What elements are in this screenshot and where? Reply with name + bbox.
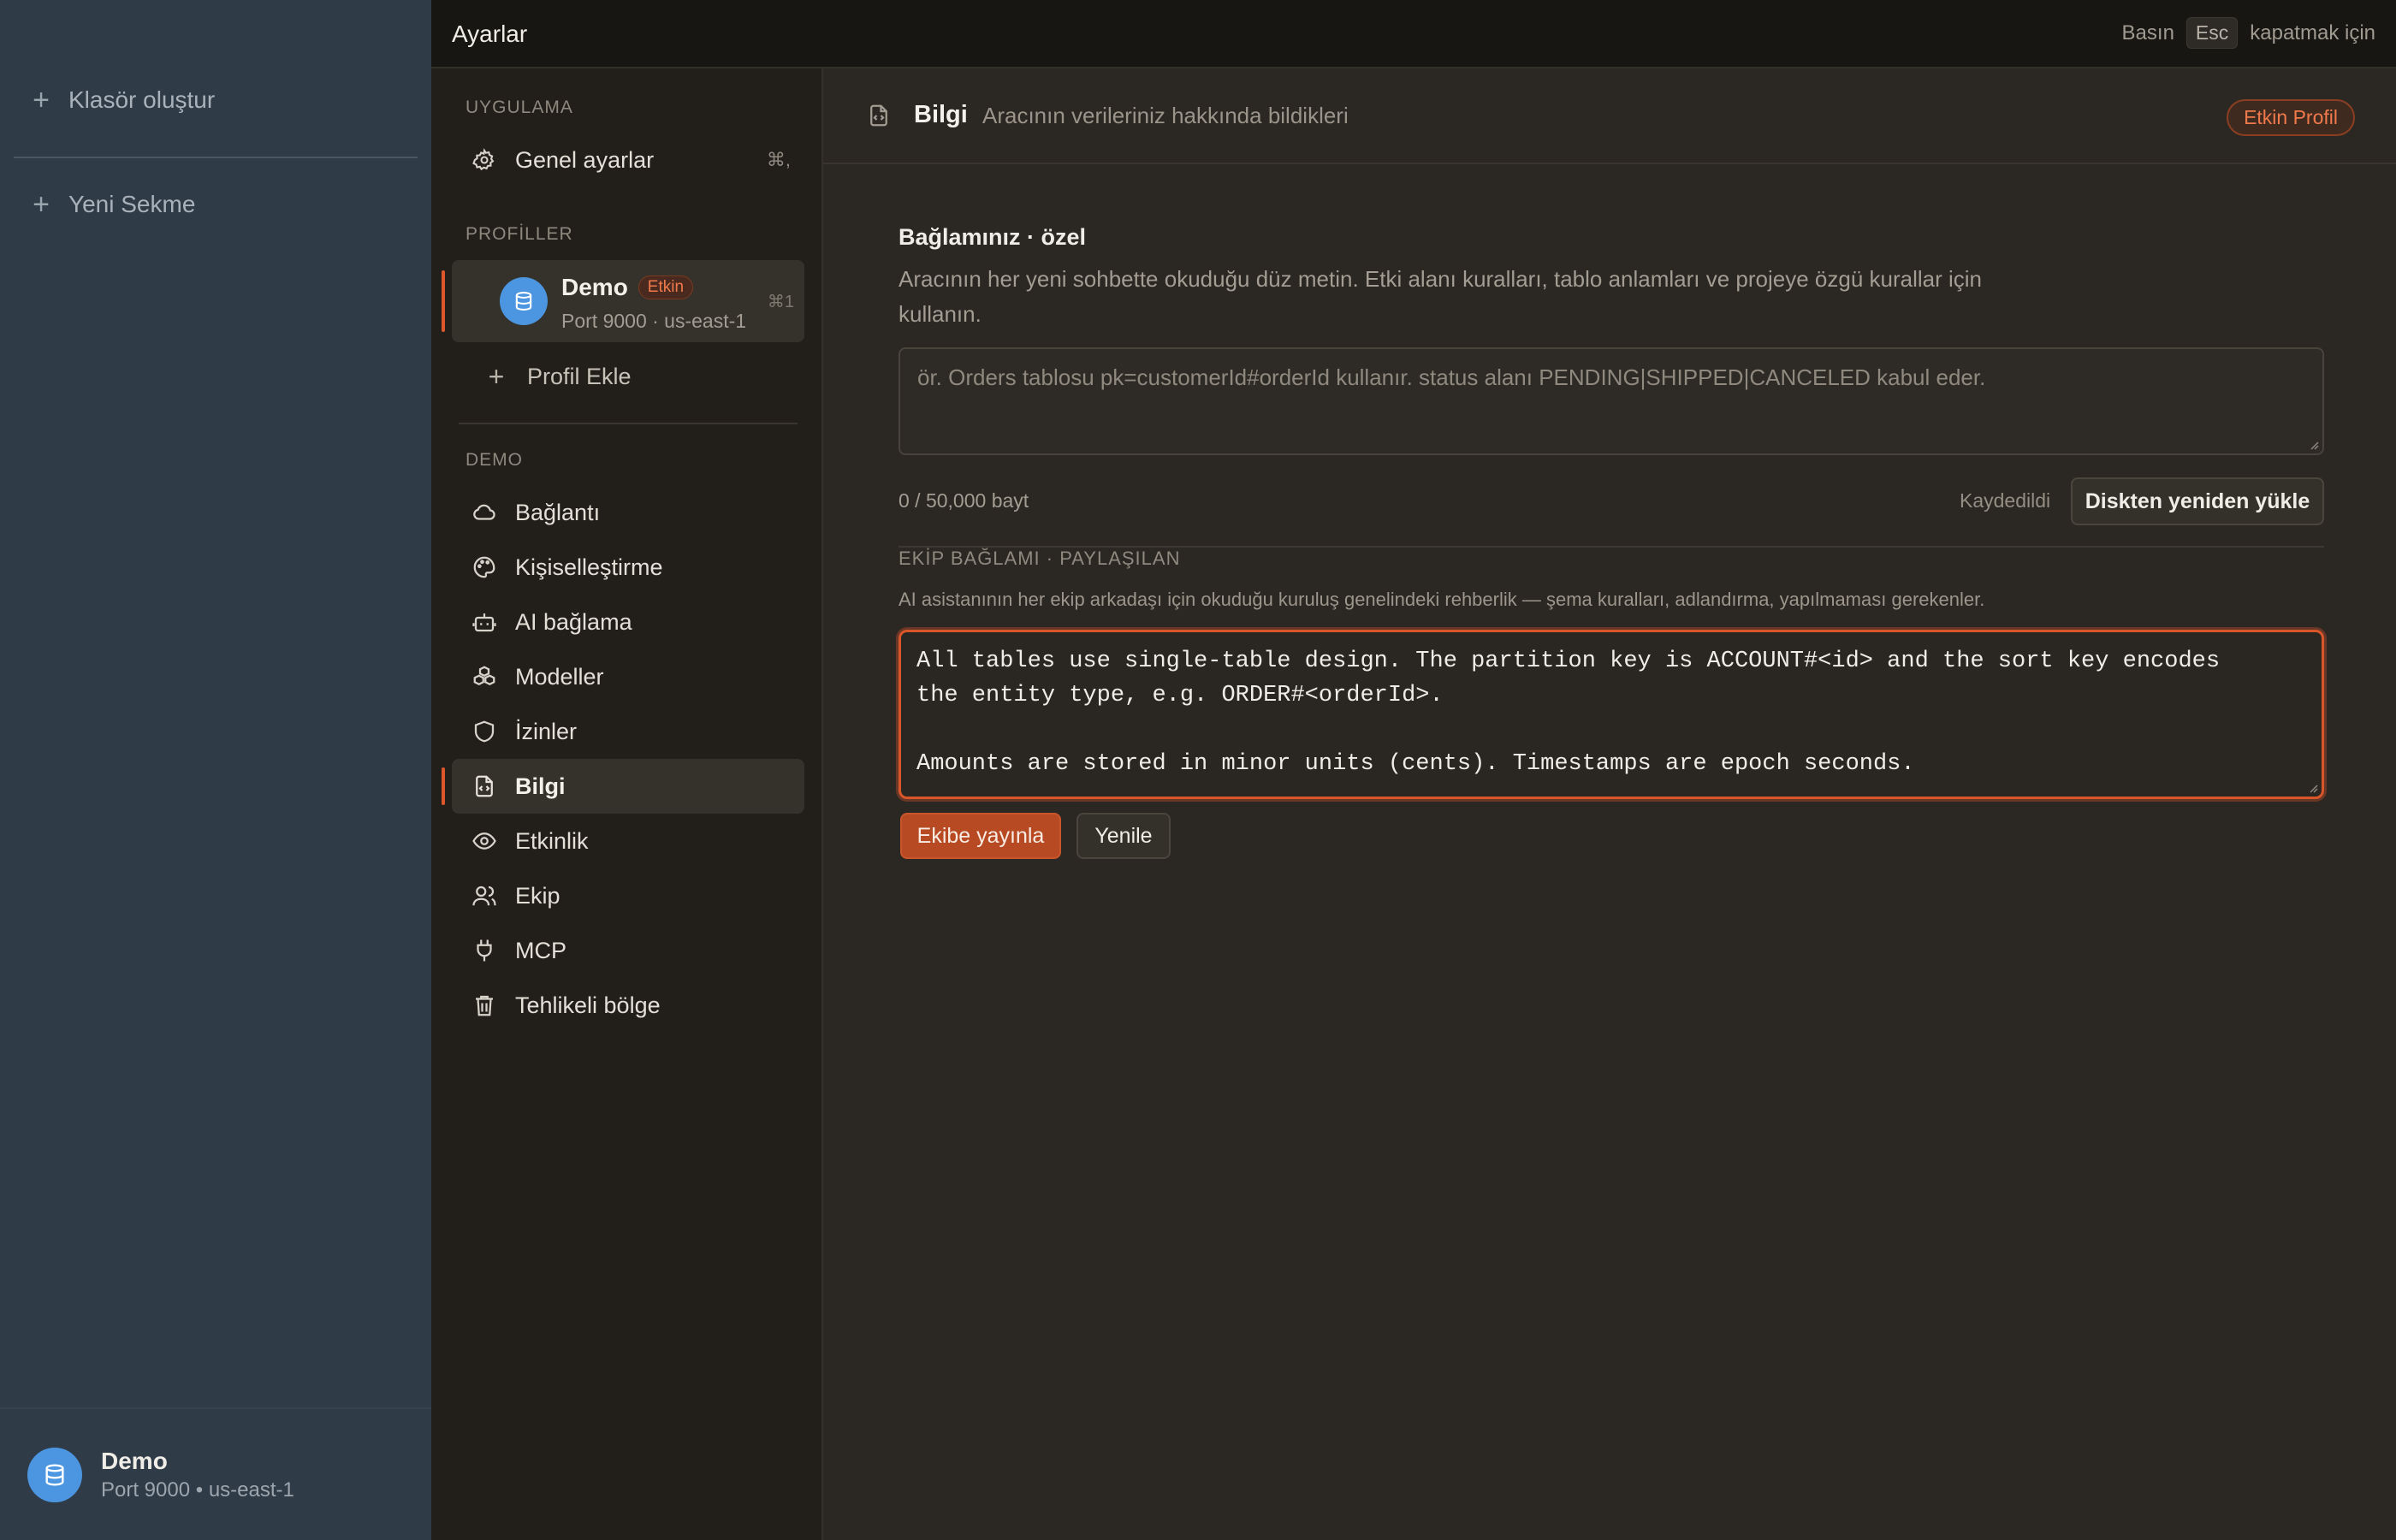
profile-item-demo[interactable]: Demo Etkin Port 9000 · us-east-1 ⌘1: [442, 260, 804, 342]
gear-icon: [471, 146, 498, 174]
new-tab-button[interactable]: + Yeni Sekme: [31, 190, 195, 219]
knowledge-panel: Bilgi Aracının verileriniz hakkında bild…: [823, 68, 2396, 1540]
nav-label: Bağlantı: [515, 499, 601, 525]
team-context-description: AI asistanının her ekip arkadaşı için ok…: [898, 589, 1985, 610]
hint-prefix: Basın: [2121, 21, 2174, 44]
active-profile-badge: Etkin Profil: [2227, 99, 2355, 136]
nav-item-danger-zone[interactable]: Tehlikeli bölge: [452, 978, 804, 1033]
shortcut-hint: ⌘1: [767, 293, 794, 311]
team-context-value: All tables use single-table design. The …: [916, 649, 2221, 777]
create-folder-button[interactable]: + Klasör oluştur: [31, 86, 215, 115]
publish-to-team-button[interactable]: Ekibe yayınla: [900, 813, 1061, 859]
nav-label: Bilgi: [515, 773, 566, 799]
settings-nav: UYGULAMA Genel ayarlar ⌘, PROFİLLER Demo…: [431, 68, 823, 1540]
plug-icon: [471, 937, 498, 964]
nav-label: Modeller: [515, 663, 604, 690]
nav-item-models[interactable]: Modeller: [452, 649, 804, 704]
plus-icon: +: [33, 188, 50, 221]
save-status: Kaydedildi: [1960, 489, 2051, 512]
sidebar-divider: [14, 157, 418, 158]
trash-icon: [471, 992, 498, 1019]
nav-label: Ekip: [515, 882, 560, 909]
section-demo: DEMO: [466, 450, 523, 470]
nav-label: Genel ayarlar: [515, 146, 655, 173]
sidebar-footer-divider: [0, 1407, 431, 1409]
status-badge: Etkin: [638, 275, 694, 299]
nav-item-team[interactable]: Ekip: [452, 868, 804, 923]
profile-name: Demo: [101, 1448, 168, 1474]
cloud-icon: [471, 499, 498, 526]
nav-item-connection[interactable]: Bağlantı: [452, 485, 804, 540]
database-icon: [27, 1448, 82, 1502]
database-icon: [500, 277, 548, 325]
private-context-description: Aracının her yeni sohbette okuduğu düz m…: [898, 266, 1983, 327]
nav-item-mcp[interactable]: MCP: [452, 923, 804, 978]
nav-item-permissions[interactable]: İzinler: [452, 704, 804, 759]
nav-label: AI bağlama: [515, 608, 632, 635]
resize-handle-icon[interactable]: [2307, 438, 2319, 450]
nav-label: MCP: [515, 937, 566, 963]
byte-counter: 0 / 50,000 bayt: [898, 489, 1029, 512]
section-app: UYGULAMA: [466, 98, 573, 117]
file-code-icon: [866, 103, 892, 133]
profile-name-text: Demo: [561, 274, 628, 300]
add-profile-button[interactable]: + Profil Ekle: [452, 349, 804, 404]
panel-header: Bilgi Aracının verileriniz hakkında bild…: [823, 68, 2396, 164]
plus-icon: +: [33, 84, 50, 116]
private-context-title: Bağlamınız · özel: [898, 224, 1087, 250]
nav-item-general[interactable]: Genel ayarlar ⌘,: [452, 133, 804, 187]
profile-name: Demo Etkin: [561, 274, 694, 301]
nav-item-personalization[interactable]: Kişiselleştirme: [452, 540, 804, 595]
page-title: Ayarlar: [452, 21, 528, 47]
close-hint: Basın Esc kapatmak için: [2122, 17, 2375, 49]
profile-subtitle: Port 9000 · us-east-1: [561, 310, 747, 332]
section-profiles: PROFİLLER: [466, 224, 573, 244]
refresh-button[interactable]: Yenile: [1076, 813, 1171, 859]
robot-icon: [471, 608, 498, 636]
nav-item-activity[interactable]: Etkinlik: [452, 814, 804, 868]
eye-icon: [471, 827, 498, 855]
profile-subtitle: Port 9000 • us-east-1: [101, 1478, 294, 1502]
team-context-title: EKİP BAĞLAMI · PAYLAŞILAN: [898, 548, 1181, 569]
nav-label: Tehlikeli bölge: [515, 992, 661, 1018]
file-code-icon: [471, 773, 498, 800]
app-sidebar: + Klasör oluştur + Yeni Sekme Demo Port …: [0, 0, 431, 1540]
private-context-input[interactable]: ör. Orders tablosu pk=customerId#orderId…: [898, 347, 2324, 455]
users-icon: [471, 882, 498, 909]
nav-item-knowledge[interactable]: Bilgi: [442, 759, 804, 814]
nav-label: Profil Ekle: [527, 363, 632, 389]
nav-label: Kişiselleştirme: [515, 554, 663, 580]
nav-item-ai-context[interactable]: AI bağlama: [452, 595, 804, 649]
current-profile[interactable]: Demo Port 9000 • us-east-1: [27, 1448, 294, 1502]
cubes-icon: [471, 663, 498, 690]
team-context-input[interactable]: All tables use single-table design. The …: [898, 630, 2324, 799]
reload-from-disk-button[interactable]: Diskten yeniden yükle: [2071, 477, 2324, 525]
nav-divider: [459, 423, 798, 424]
private-context-placeholder: ör. Orders tablosu pk=customerId#orderId…: [917, 364, 1986, 390]
create-folder-label: Klasör oluştur: [68, 86, 216, 113]
panel-title: Bilgi: [914, 101, 968, 128]
settings-topbar: Ayarlar Basın Esc kapatmak için: [431, 0, 2396, 68]
resize-handle-icon[interactable]: [2306, 781, 2318, 793]
plus-icon: +: [488, 360, 505, 392]
nav-label: İzinler: [515, 718, 578, 744]
shortcut-hint: ⌘,: [766, 149, 791, 170]
hint-suffix: kapatmak için: [2250, 21, 2375, 44]
nav-label: Etkinlik: [515, 827, 589, 854]
esc-key: Esc: [2185, 17, 2239, 49]
panel-subtitle: Aracının verileriniz hakkında bildikleri: [982, 103, 1349, 128]
palette-icon: [471, 554, 498, 581]
shield-icon: [471, 718, 498, 745]
new-tab-label: Yeni Sekme: [68, 191, 196, 217]
